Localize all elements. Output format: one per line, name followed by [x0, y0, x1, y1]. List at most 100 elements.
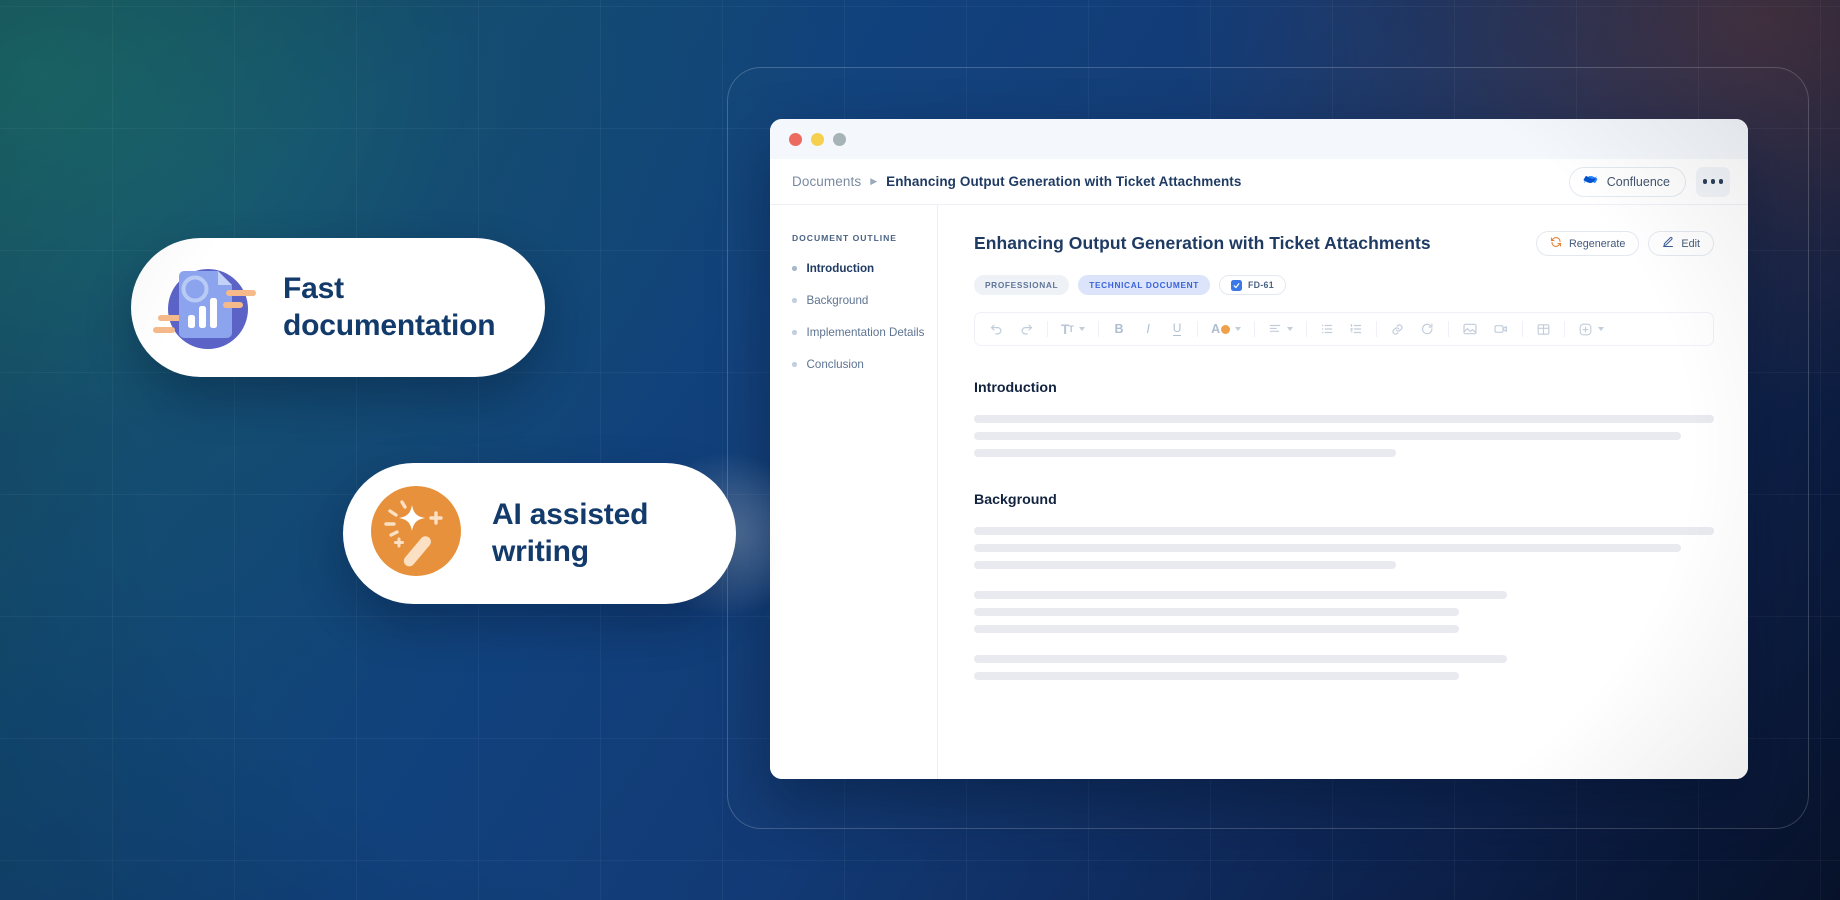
- sidebar-item-label: Implementation Details: [806, 326, 925, 339]
- document-content: Enhancing Output Generation with Ticket …: [938, 205, 1748, 779]
- more-options-button[interactable]: [1696, 166, 1730, 197]
- skeleton-line: [974, 527, 1714, 535]
- skeleton-block: [974, 415, 1714, 457]
- chevron-down-icon: [1235, 327, 1242, 331]
- tag-label: TECHNICAL DOCUMENT: [1089, 280, 1199, 290]
- edit-button[interactable]: Edit: [1648, 231, 1714, 256]
- table-icon[interactable]: [1532, 317, 1555, 341]
- toolbar-divider: [1098, 321, 1100, 337]
- sidebar-item-label: Conclusion: [806, 358, 864, 371]
- text-size-icon[interactable]: TT: [1057, 317, 1089, 341]
- color-swatch: [1221, 324, 1231, 334]
- document-tags: PROFESSIONAL TECHNICAL DOCUMENT FD-61: [974, 275, 1714, 295]
- feature-card-ai-assisted-writing: AI assisted writing: [343, 463, 736, 604]
- bold-icon[interactable]: B: [1108, 317, 1130, 341]
- sidebar-item-implementation-details[interactable]: Implementation Details: [792, 326, 937, 339]
- skeleton-line: [974, 432, 1681, 440]
- edit-button-label: Edit: [1681, 237, 1700, 250]
- breadcrumb-current: Enhancing Output Generation with Ticket …: [886, 174, 1242, 189]
- bullet-icon: [792, 298, 797, 303]
- document-header: Enhancing Output Generation with Ticket …: [974, 231, 1714, 256]
- document-chart-icon: [153, 253, 257, 362]
- tag-ticket-fd-61[interactable]: FD-61: [1219, 275, 1286, 295]
- bullet-list-icon[interactable]: [1316, 317, 1338, 341]
- ellipsis-dot: [1710, 179, 1716, 184]
- window-close-button[interactable]: [789, 132, 802, 146]
- confluence-button[interactable]: Confluence: [1568, 166, 1686, 197]
- feature-title-line-2: documentation: [283, 308, 496, 342]
- skeleton-line: [974, 591, 1507, 599]
- sidebar-item-introduction[interactable]: Introduction: [792, 262, 937, 275]
- toolbar-divider: [1197, 321, 1199, 337]
- bullet-icon: [792, 330, 797, 335]
- window-minimize-button[interactable]: [811, 132, 824, 146]
- refresh-icon: [1550, 236, 1562, 251]
- sidebar-item-label: Introduction: [806, 262, 875, 275]
- toolbar-divider: [1448, 321, 1450, 337]
- tag-label: PROFESSIONAL: [985, 280, 1059, 290]
- ellipsis-dot: [1703, 179, 1708, 184]
- tag-technical-document[interactable]: TECHNICAL DOCUMENT: [1078, 275, 1210, 295]
- page-title: Enhancing Output Generation with Ticket …: [974, 233, 1431, 253]
- page-root: Documents ▶ Enhancing Output Generation …: [0, 0, 1840, 900]
- window-maximize-button[interactable]: [833, 132, 846, 146]
- bullet-icon: [792, 266, 797, 271]
- breadcrumb-root-link[interactable]: Documents: [792, 174, 861, 189]
- numbered-list-icon[interactable]: [1345, 317, 1367, 341]
- skeleton-line: [974, 655, 1507, 663]
- chevron-down-icon: [1079, 327, 1086, 331]
- regenerate-button-label: Regenerate: [1568, 237, 1626, 250]
- skeleton-block: [974, 527, 1714, 569]
- checkbox-checked-icon: [1231, 279, 1242, 291]
- feature-card-title: AI assisted writing: [492, 497, 648, 570]
- toolbar-divider: [1522, 321, 1524, 337]
- feature-title-line-1: Fast: [283, 271, 344, 305]
- tag-professional[interactable]: PROFESSIONAL: [974, 275, 1070, 295]
- redo-icon[interactable]: [1015, 317, 1038, 341]
- outline-heading: DOCUMENT OUTLINE: [792, 233, 897, 243]
- section-background: Background: [974, 492, 1714, 680]
- chevron-down-icon: [1598, 327, 1605, 331]
- toolbar-divider: [1306, 321, 1308, 337]
- skeleton-block: [974, 591, 1714, 633]
- sidebar-item-background[interactable]: Background: [792, 294, 937, 307]
- app-body: DOCUMENT OUTLINE Introduction Background…: [770, 205, 1748, 779]
- app-window: Documents ▶ Enhancing Output Generation …: [770, 119, 1748, 779]
- sync-icon[interactable]: [1416, 317, 1439, 341]
- regenerate-button[interactable]: Regenerate: [1535, 231, 1640, 256]
- sidebar-item-label: Background: [806, 294, 869, 307]
- text-color-icon[interactable]: A: [1207, 317, 1245, 341]
- pencil-icon: [1662, 236, 1674, 251]
- skeleton-line: [974, 672, 1459, 680]
- skeleton-line: [974, 415, 1714, 423]
- link-icon[interactable]: [1386, 317, 1409, 341]
- toolbar-divider: [1564, 321, 1566, 337]
- bullet-icon: [792, 362, 797, 367]
- confluence-logo-icon: [1582, 171, 1599, 193]
- toolbar-divider: [1376, 321, 1378, 337]
- feature-title-line-1: AI assisted: [492, 497, 649, 531]
- document-actions: Regenerate Edit: [1535, 231, 1714, 256]
- skeleton-block: [974, 655, 1714, 680]
- align-icon[interactable]: [1264, 317, 1297, 341]
- section-heading: Introduction: [974, 380, 1057, 396]
- add-element-icon[interactable]: [1574, 317, 1608, 341]
- confluence-button-label: Confluence: [1606, 174, 1670, 189]
- tag-label: FD-61: [1248, 280, 1274, 290]
- skeleton-line: [974, 449, 1396, 457]
- italic-icon[interactable]: I: [1137, 317, 1159, 341]
- video-icon[interactable]: [1489, 317, 1513, 341]
- sidebar-item-conclusion[interactable]: Conclusion: [792, 358, 937, 371]
- skeleton-line: [974, 544, 1681, 552]
- skeleton-line: [974, 608, 1459, 616]
- section-heading: Background: [974, 492, 1057, 508]
- feature-title-line-2: writing: [492, 534, 589, 568]
- magic-wand-icon: [366, 481, 466, 586]
- breadcrumb-bar: Documents ▶ Enhancing Output Generation …: [770, 159, 1748, 205]
- underline-icon[interactable]: U: [1166, 317, 1188, 341]
- feature-card-fast-documentation: Fast documentation: [131, 238, 545, 377]
- image-icon[interactable]: [1458, 317, 1482, 341]
- undo-icon[interactable]: [985, 317, 1008, 341]
- chevron-down-icon: [1287, 327, 1294, 331]
- ellipsis-dot: [1718, 179, 1723, 184]
